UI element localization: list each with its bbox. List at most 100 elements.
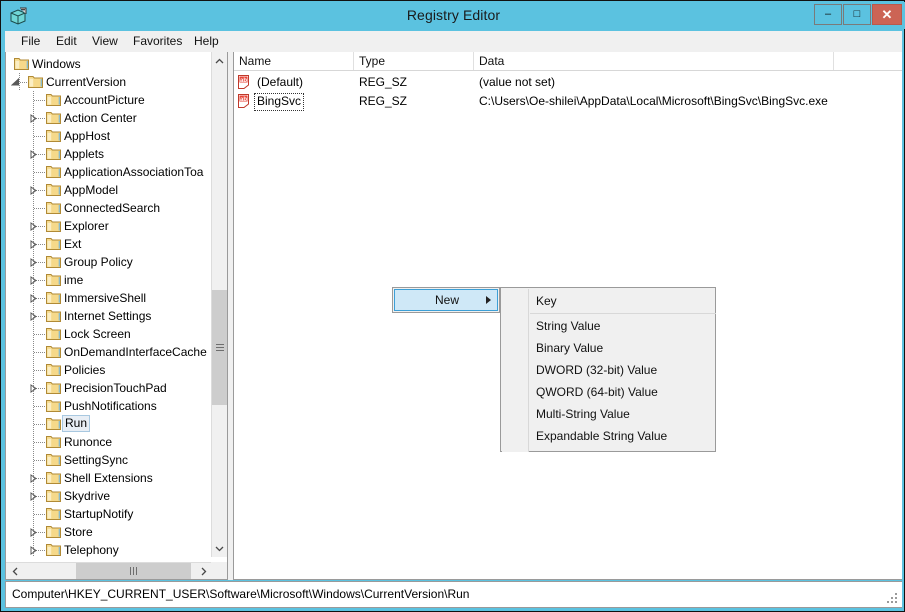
tree-item-action-center[interactable]: Action Center <box>6 109 212 127</box>
tree-connector-line <box>34 406 45 407</box>
tree-item-skydrive[interactable]: Skydrive <box>6 487 212 505</box>
tree-expand-icon[interactable] <box>29 258 38 267</box>
folder-icon <box>46 381 61 394</box>
folder-icon <box>28 75 43 88</box>
tree-vertical-scrollbar[interactable] <box>211 52 227 557</box>
tree-vertical-scroll-thumb[interactable] <box>212 290 227 405</box>
tree-item-label: Run <box>62 415 91 432</box>
submenu-separator <box>530 313 716 314</box>
tree-expand-icon[interactable] <box>29 312 38 321</box>
menu-item-favorites[interactable]: Favorites <box>127 33 188 50</box>
folder-icon <box>46 453 61 466</box>
tree-expand-icon[interactable] <box>29 150 38 159</box>
submenu-item-dword-32-bit-value[interactable]: DWORD (32-bit) Value <box>530 359 715 381</box>
submenu-icon-gutter <box>502 289 529 452</box>
new-submenu: Key String Value Binary Value DWORD (32-bit… <box>500 287 716 452</box>
maximize-button[interactable]: □ <box>843 4 871 25</box>
tree-item-ime[interactable]: ime <box>6 271 212 289</box>
tree-item-immersiveshell[interactable]: ImmersiveShell <box>6 289 212 307</box>
tree-item-store[interactable]: Store <box>6 523 212 541</box>
tree-connector-line <box>34 460 45 461</box>
tree-expand-icon[interactable] <box>29 528 38 537</box>
tree-collapse-icon[interactable] <box>11 78 20 87</box>
minimize-button[interactable]: – <box>814 4 842 25</box>
tree-item-group-policy[interactable]: Group Policy <box>6 253 212 271</box>
context-menu-new-highlight: New <box>394 289 498 311</box>
submenu-item-expandable-string-value[interactable]: Expandable String Value <box>530 425 715 447</box>
tree-item-label: ApplicationAssociationToa <box>64 165 204 179</box>
tree-item-pushnotifications[interactable]: PushNotifications <box>6 397 212 415</box>
menu-item-view[interactable]: View <box>86 33 124 50</box>
tree-expand-icon[interactable] <box>29 276 38 285</box>
submenu-item-string-value[interactable]: String Value <box>530 315 715 337</box>
tree-item-shell-extensions[interactable]: Shell Extensions <box>6 469 212 487</box>
tree-item-policies[interactable]: Policies <box>6 361 212 379</box>
title-bar: Registry Editor – □ ✕ <box>2 2 905 29</box>
close-button[interactable]: ✕ <box>872 4 902 25</box>
tree-expand-icon[interactable] <box>29 294 38 303</box>
client-area: Windows CurrentVersion AccountPicture Actio… <box>5 52 902 580</box>
tree-expand-icon[interactable] <box>29 222 38 231</box>
tree-item-runonce[interactable]: Runonce <box>6 433 212 451</box>
tree-item-appmodel[interactable]: AppModel <box>6 181 212 199</box>
tree-item-precisiontouchpad[interactable]: PrecisionTouchPad <box>6 379 212 397</box>
tree-item-ondemandinterfacecache[interactable]: OnDemandInterfaceCache <box>6 343 212 361</box>
submenu-item-binary-value[interactable]: Binary Value <box>530 337 715 359</box>
tree-item-run[interactable]: Run <box>6 415 212 433</box>
tree-item-label: Explorer <box>64 219 109 233</box>
tree-item-settingsync[interactable]: SettingSync <box>6 451 212 469</box>
tree-item-label: Ext <box>64 237 82 251</box>
column-header-name[interactable]: Name <box>234 52 354 70</box>
tree-item-ext[interactable]: Ext <box>6 235 212 253</box>
svg-text:ab: ab <box>240 78 247 84</box>
tree-item-explorer[interactable]: Explorer <box>6 217 212 235</box>
tree-scroll-left-button[interactable] <box>6 563 23 579</box>
menu-item-help[interactable]: Help <box>188 33 225 50</box>
tree-item-internet-settings[interactable]: Internet Settings <box>6 307 212 325</box>
tree-expand-icon[interactable] <box>29 240 38 249</box>
tree-item-windows[interactable]: Windows <box>6 55 212 73</box>
registry-tree-pane: Windows CurrentVersion AccountPicture Actio… <box>5 52 228 580</box>
tree-item-label: Internet Settings <box>64 309 152 323</box>
context-menu-new[interactable]: New <box>392 287 500 313</box>
tree-expand-icon[interactable] <box>29 546 38 555</box>
tree-expand-icon[interactable] <box>29 114 38 123</box>
tree-item-telephony[interactable]: Telephony <box>6 541 212 557</box>
status-bar: Computer\HKEY_CURRENT_USER\Software\Micr… <box>5 581 902 608</box>
tree-expand-icon[interactable] <box>29 492 38 501</box>
tree-item-applicationassociationtoa[interactable]: ApplicationAssociationToa <box>6 163 212 181</box>
minimize-icon: – <box>824 8 832 20</box>
tree-scroll-right-button[interactable] <box>195 563 212 579</box>
chevron-right-icon <box>201 567 206 575</box>
menu-item-file[interactable]: File <box>15 33 46 50</box>
tree-item-lock-screen[interactable]: Lock Screen <box>6 325 212 343</box>
values-column-header: Name Type Data <box>234 52 902 71</box>
tree-item-startupnotify[interactable]: StartupNotify <box>6 505 212 523</box>
folder-icon <box>46 471 61 484</box>
tree-item-applets[interactable]: Applets <box>6 145 212 163</box>
submenu-item-multi-string-value[interactable]: Multi-String Value <box>530 403 715 425</box>
tree-item-label: ImmersiveShell <box>64 291 147 305</box>
tree-expand-icon[interactable] <box>29 186 38 195</box>
tree-horizontal-scrollbar[interactable] <box>6 562 212 579</box>
value-data: (value not set) <box>479 75 556 89</box>
menu-item-edit[interactable]: Edit <box>50 33 83 50</box>
tree-item-label: Shell Extensions <box>64 471 153 485</box>
tree-expand-icon[interactable] <box>29 474 38 483</box>
tree-expand-icon[interactable] <box>29 384 38 393</box>
value-row[interactable]: ab (Default) REG_SZ (value not set) <box>234 73 901 92</box>
tree-item-currentversion[interactable]: CurrentVersion <box>6 73 212 91</box>
submenu-item-qword-64-bit-value[interactable]: QWORD (64-bit) Value <box>530 381 715 403</box>
column-header-type[interactable]: Type <box>354 52 474 70</box>
column-header-data[interactable]: Data <box>474 52 834 70</box>
tree-item-apphost[interactable]: AppHost <box>6 127 212 145</box>
submenu-item-key[interactable]: Key <box>530 290 715 312</box>
tree-connector-line <box>34 208 45 209</box>
tree-scroll-down-button[interactable] <box>212 540 227 557</box>
resize-grip-icon[interactable] <box>887 593 899 605</box>
tree-item-connectedsearch[interactable]: ConnectedSearch <box>6 199 212 217</box>
value-row[interactable]: ab BingSvc REG_SZ C:\Users\Oe-shilei\AppDat… <box>234 92 901 111</box>
tree-item-accountpicture[interactable]: AccountPicture <box>6 91 212 109</box>
tree-horizontal-scroll-thumb[interactable] <box>76 563 191 579</box>
tree-scroll-up-button[interactable] <box>212 52 227 69</box>
